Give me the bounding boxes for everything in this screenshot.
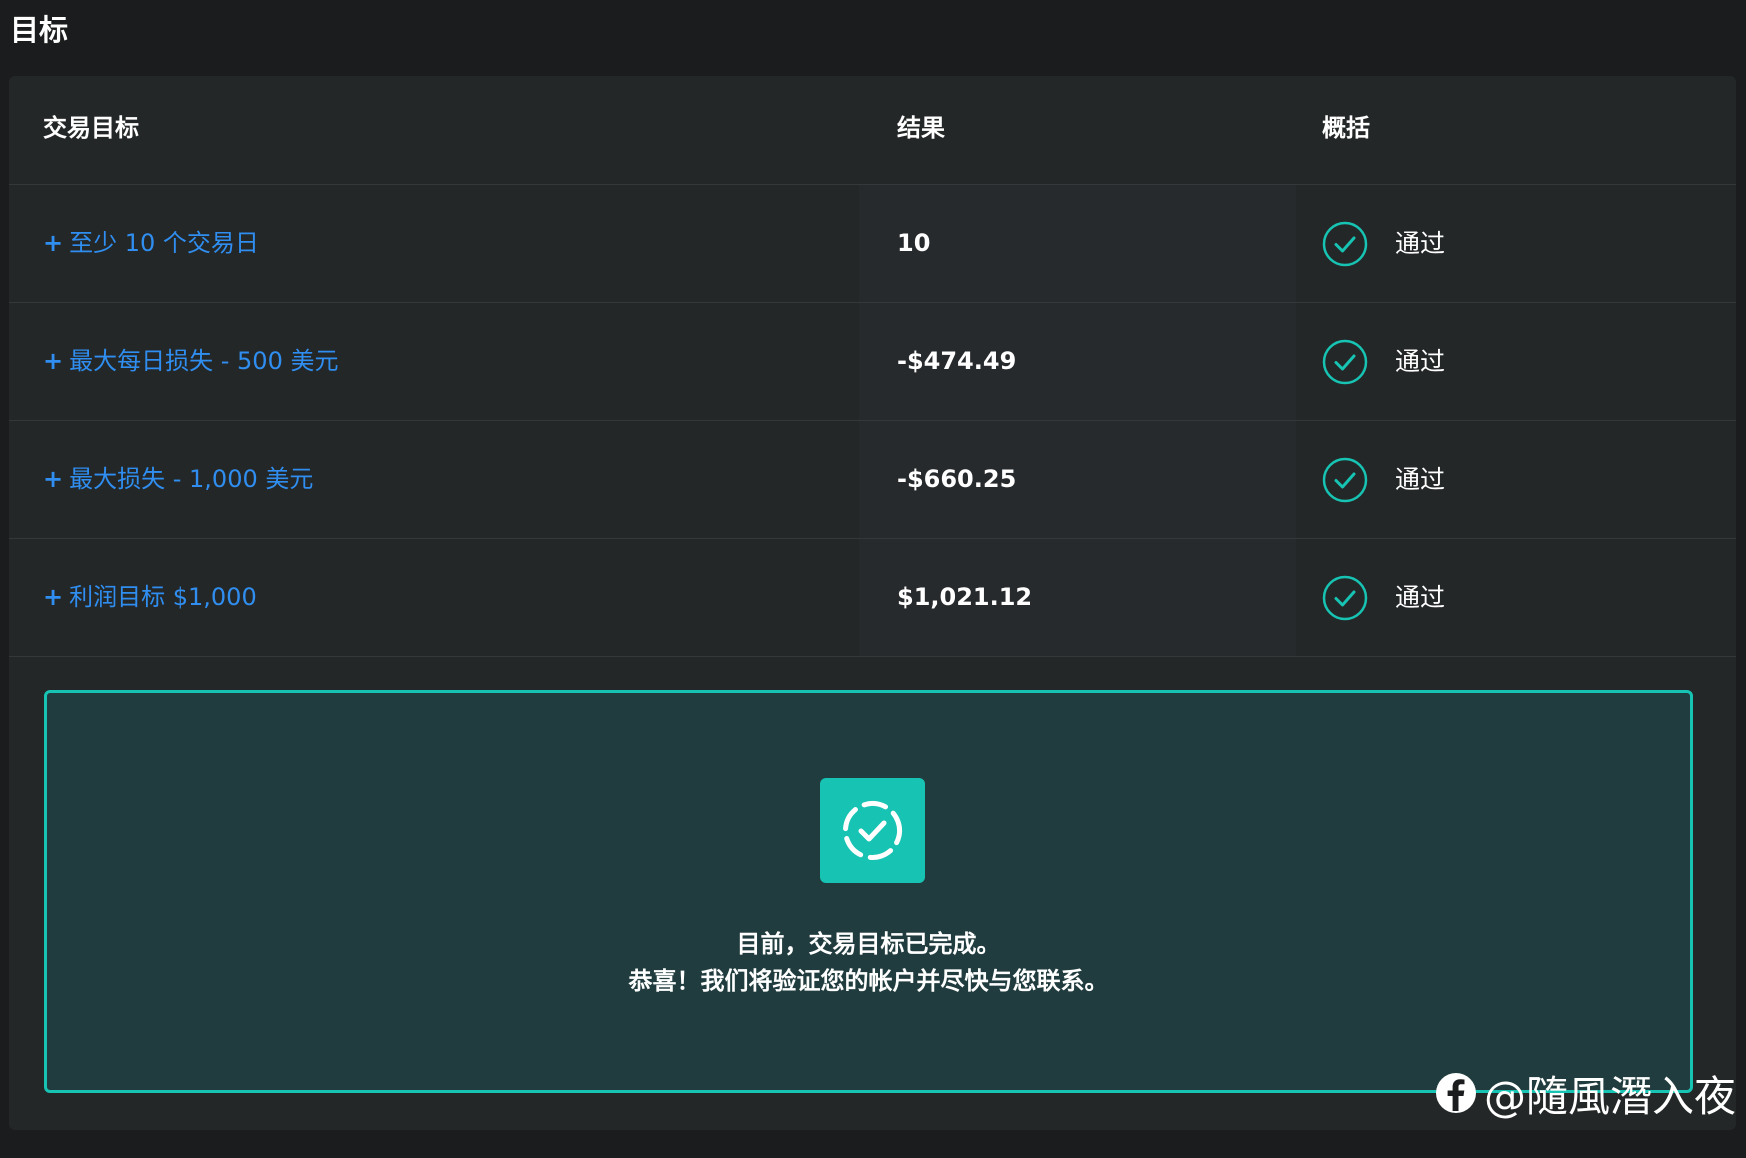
header-summary: 概括 — [1322, 114, 1370, 142]
plus-icon: + — [43, 583, 64, 611]
page-title: 目标 — [10, 13, 69, 47]
goal-label: 最大每日损失 - 500 美元 — [69, 347, 339, 375]
table-row: + 利润目标 $1,000 $1,021.12 通过 — [9, 539, 1736, 657]
plus-icon: + — [43, 465, 64, 493]
facebook-icon — [1436, 1073, 1476, 1113]
check-circle-icon — [1322, 339, 1368, 385]
success-message-line2: 恭喜！我们将验证您的帐户并尽快与您联系。 — [628, 967, 1109, 995]
table-row: + 至少 10 个交易日 10 通过 — [9, 185, 1736, 303]
dashed-circle-check-icon — [820, 778, 925, 883]
status-label: 通过 — [1395, 465, 1446, 494]
goal-label: 至少 10 个交易日 — [69, 229, 259, 257]
header-result: 结果 — [897, 114, 945, 142]
watermark: @隨風潛入夜 — [1434, 1063, 1736, 1123]
check-circle-icon — [1322, 575, 1368, 621]
plus-icon: + — [43, 229, 64, 257]
goal-label: 利润目标 $1,000 — [69, 583, 257, 611]
success-message-line1: 目前，交易目标已完成。 — [736, 930, 1001, 958]
table-header: 交易目标 结果 概括 — [9, 76, 1736, 185]
table-row: + 最大每日损失 - 500 美元 -$474.49 通过 — [9, 303, 1736, 421]
result-value: -$474.49 — [897, 347, 1017, 375]
header-goal: 交易目标 — [43, 114, 139, 142]
check-circle-icon — [1322, 457, 1368, 503]
status-label: 通过 — [1395, 347, 1446, 376]
goal-label: 最大损失 - 1,000 美元 — [69, 465, 314, 493]
check-circle-icon — [1322, 221, 1368, 267]
result-value: 10 — [897, 229, 931, 257]
goal-link-max-loss[interactable]: + 最大损失 - 1,000 美元 — [43, 421, 313, 538]
plus-icon: + — [43, 347, 64, 375]
objectives-panel: 交易目标 结果 概括 + 至少 10 个交易日 10 通过 + 最大每日损失 - 5… — [9, 76, 1736, 1130]
result-value: -$660.25 — [897, 465, 1017, 493]
goal-link-trading-days[interactable]: + 至少 10 个交易日 — [43, 185, 259, 302]
goal-link-max-daily-loss[interactable]: + 最大每日损失 - 500 美元 — [43, 303, 338, 420]
result-value: $1,021.12 — [897, 583, 1033, 611]
goal-link-profit-target[interactable]: + 利润目标 $1,000 — [43, 539, 257, 656]
status-label: 通过 — [1395, 583, 1446, 612]
status-label: 通过 — [1395, 229, 1446, 258]
watermark-text: @隨風潛入夜 — [1484, 1071, 1737, 1121]
table-row: + 最大损失 - 1,000 美元 -$660.25 通过 — [9, 421, 1736, 539]
success-banner: 目前，交易目标已完成。 恭喜！我们将验证您的帐户并尽快与您联系。 — [44, 690, 1693, 1093]
